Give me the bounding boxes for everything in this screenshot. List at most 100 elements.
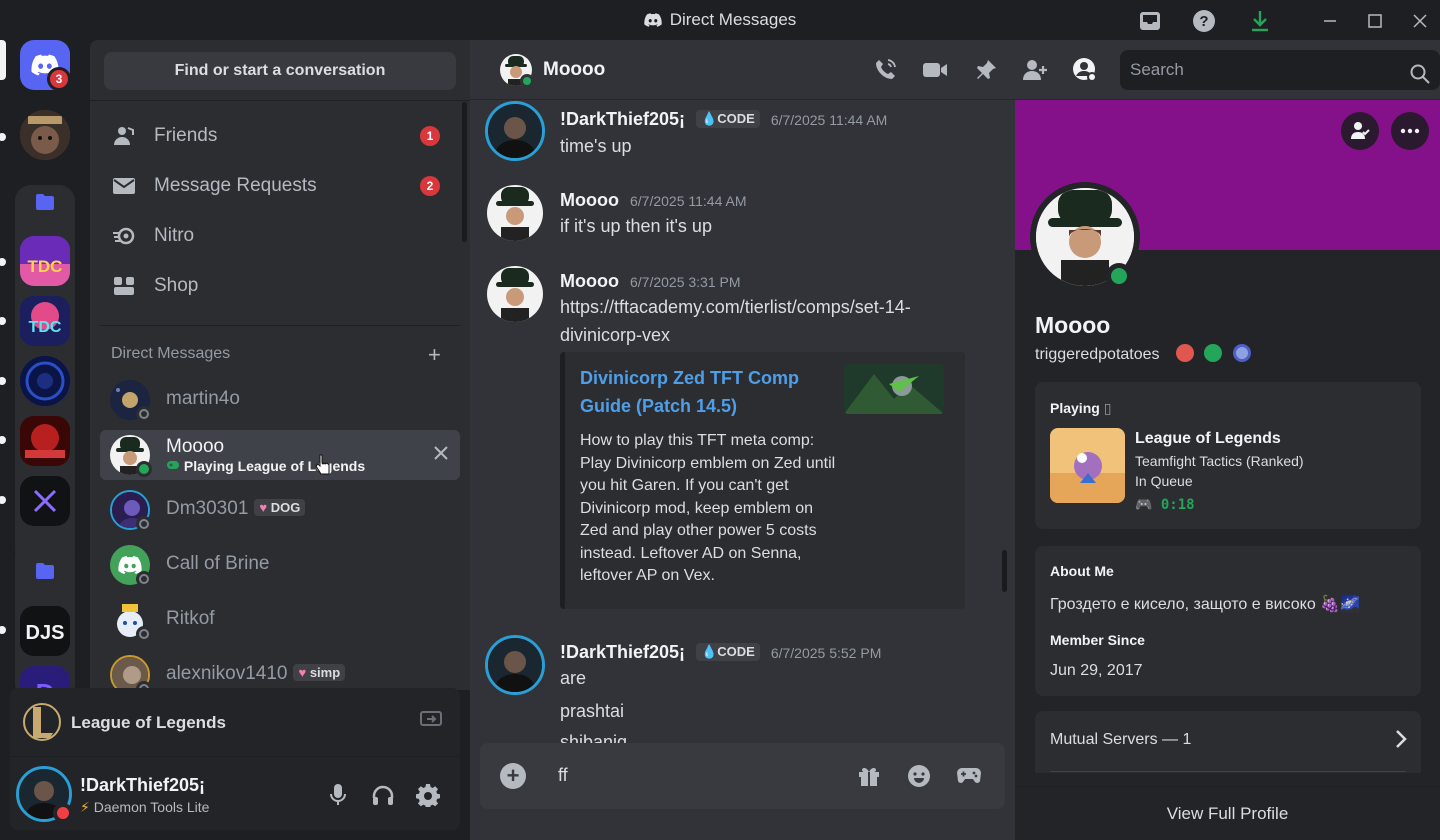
server-king[interactable]	[20, 110, 70, 160]
dm-name: Call of Brine	[166, 553, 270, 574]
activity-panel: League of Legends	[10, 688, 460, 756]
game-detail: Teamfight Tactics (Ranked)	[1135, 453, 1304, 469]
nav-message-requests[interactable]: Message Requests 2	[100, 164, 460, 208]
emoji-icon[interactable]	[906, 763, 932, 789]
headphones-icon[interactable]	[371, 783, 395, 807]
message-text: prashtai	[560, 701, 625, 721]
close-dm-icon[interactable]	[434, 444, 448, 465]
embed-description: How to play this TFT meta comp: Play Div…	[580, 432, 836, 584]
activity-card: Playing ▯ League of Legends Teamfight Ta…	[1035, 382, 1421, 529]
dm-name: martin4o	[166, 388, 240, 409]
minimize-icon[interactable]	[1316, 8, 1344, 34]
search-icon	[1410, 59, 1430, 99]
voice-call-icon[interactable]	[871, 56, 899, 84]
unread-dot	[0, 496, 6, 504]
dm-item-dm30301[interactable]: Dm30301 ♥ DOG	[100, 485, 460, 535]
message-link[interactable]: https://tftacademy.com/tierlist/comps/se…	[560, 297, 911, 318]
tag-text: CODE	[717, 644, 755, 659]
message-avatar[interactable]	[485, 101, 545, 161]
dm-item-ritkof[interactable]: Ritkof	[100, 595, 460, 645]
stream-icon[interactable]	[420, 710, 442, 735]
folder-icon[interactable]	[20, 177, 70, 227]
message-requests-badge: 2	[420, 176, 440, 196]
user-status: ⚡ Daemon Tools Lite	[80, 799, 209, 816]
message-input[interactable]: ff	[558, 765, 568, 786]
download-icon[interactable]	[1246, 8, 1274, 34]
chat-scrollbar[interactable]	[1002, 550, 1007, 592]
maximize-icon[interactable]	[1361, 8, 1389, 34]
user-profile-icon[interactable]	[1071, 56, 1099, 84]
server-noorama[interactable]	[20, 416, 70, 466]
nav-friends[interactable]: Friends 1	[100, 114, 460, 158]
find-conversation-button[interactable]: Find or start a conversation	[104, 52, 456, 90]
more-options-icon[interactable]	[1391, 112, 1429, 150]
unread-dot	[0, 258, 6, 266]
embed-title[interactable]: Divinicorp Zed TFT Comp Guide (Patch 14.…	[580, 364, 830, 420]
dm-item-call-of-brine[interactable]: Call of Brine	[100, 540, 460, 590]
activity-game: League of Legends	[71, 713, 226, 732]
dm-name: Moooo	[166, 436, 225, 457]
create-dm-plus-icon[interactable]: +	[428, 342, 441, 368]
message-author[interactable]: !DarkThief205¡ 💧CODE 6/7/2025 11:44 AM	[560, 109, 887, 130]
dm-item-martin4o[interactable]: martin4o	[100, 375, 460, 425]
message-avatar[interactable]	[487, 185, 543, 241]
message-avatar[interactable]	[485, 635, 545, 695]
settings-gear-icon[interactable]	[416, 783, 440, 807]
message-author[interactable]: Moooo 6/7/2025 3:31 PM	[560, 271, 741, 292]
dm-name: alexnikov1410 ♥ simp	[166, 663, 346, 685]
help-icon[interactable]: ?	[1190, 8, 1218, 34]
dm-name-text: Dm30301	[166, 498, 249, 519]
message-author[interactable]: !DarkThief205¡ 💧CODE 6/7/2025 5:52 PM	[560, 642, 881, 663]
add-friends-to-dm-icon[interactable]	[1021, 56, 1049, 84]
message-timestamp: 6/7/2025 11:44 AM	[630, 193, 747, 209]
folder-icon[interactable]	[20, 546, 70, 596]
message-author[interactable]: Moooo 6/7/2025 11:44 AM	[560, 190, 747, 211]
server-round-badge[interactable]	[20, 356, 70, 406]
chat-header: Moooo Search	[470, 40, 1440, 100]
server-tdc-1[interactable]: TDC	[20, 236, 70, 286]
server-d[interactable]: D	[20, 666, 70, 690]
mutual-servers-row[interactable]: Mutual Servers — 1	[1035, 711, 1421, 773]
upload-plus-icon[interactable]: +	[500, 763, 526, 789]
nav-nitro[interactable]: Nitro	[100, 214, 460, 258]
server-x[interactable]	[20, 476, 70, 526]
dm-item-alexnikov1410[interactable]: alexnikov1410 ♥ simp	[100, 650, 460, 690]
game-name: League of Legends	[1135, 430, 1281, 447]
embed-thumbnail[interactable]	[844, 364, 944, 414]
gift-icon[interactable]	[856, 763, 882, 789]
message-text: time's up	[560, 136, 632, 156]
server-djs[interactable]: DJS	[20, 606, 70, 656]
inbox-icon[interactable]	[1136, 8, 1164, 34]
dm-item-moooo[interactable]: Moooo Playing League of Legends	[100, 430, 460, 480]
close-window-icon[interactable]	[1406, 8, 1434, 34]
chat-header-name: Moooo	[543, 59, 606, 80]
message-composer: + ff	[480, 743, 1005, 809]
status-online-icon	[136, 461, 152, 477]
tag-text: CODE	[717, 111, 755, 126]
member-since-date: Jun 29, 2017	[1050, 662, 1143, 679]
mouse-cursor-icon	[315, 454, 331, 481]
unread-dot	[0, 133, 6, 141]
message-text: are	[560, 668, 587, 688]
pinned-messages-icon[interactable]	[972, 56, 1000, 84]
game-detail-icon: ▯	[1103, 400, 1112, 416]
playing-label: Playing ▯	[1050, 400, 1111, 417]
status-offline-icon	[136, 406, 152, 422]
game-state: In Queue	[1135, 473, 1193, 489]
scrollbar[interactable]	[462, 102, 467, 242]
view-full-profile-button[interactable]: View Full Profile	[1015, 786, 1440, 840]
chevron-right-icon	[1395, 729, 1407, 754]
chat-area: Moooo Search !DarkThief205¡ 💧CODE 6/7/20…	[470, 40, 1440, 840]
discord-logo-icon	[643, 12, 662, 32]
server-tdc-2[interactable]: TDC	[20, 296, 70, 346]
message-avatar[interactable]	[487, 266, 543, 322]
search-input[interactable]: Search	[1120, 50, 1440, 90]
user-profile-panel: Moooo triggeredpotatoes Playing ▯ League…	[1015, 100, 1440, 840]
user-name: !DarkThief205¡	[80, 775, 206, 795]
video-call-icon[interactable]	[921, 56, 949, 84]
microphone-icon[interactable]	[326, 783, 350, 807]
nav-shop[interactable]: Shop	[100, 264, 460, 308]
activities-gamepad-icon[interactable]	[956, 763, 982, 789]
add-friend-icon[interactable]	[1341, 112, 1379, 150]
message-link[interactable]: divinicorp-vex	[560, 325, 670, 346]
